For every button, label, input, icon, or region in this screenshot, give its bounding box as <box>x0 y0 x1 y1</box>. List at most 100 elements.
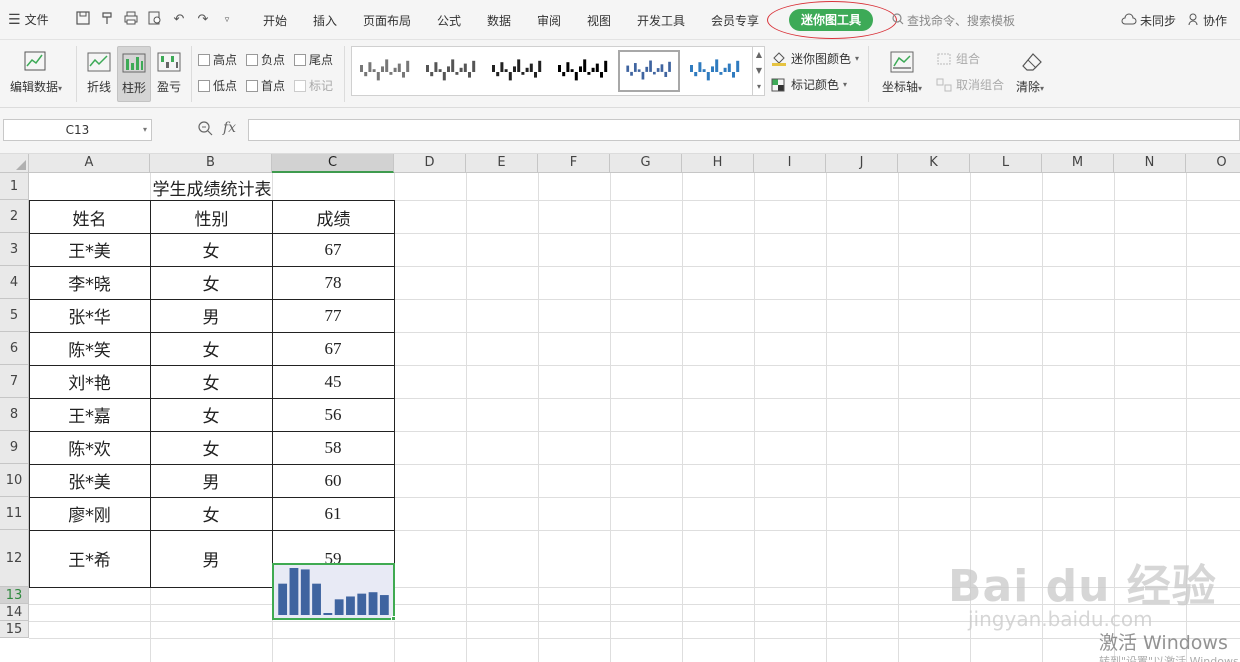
first-point-checkbox[interactable]: 首点 <box>246 77 285 94</box>
row-header-3[interactable]: 3 <box>0 233 29 266</box>
file-menu[interactable]: ☰ 文件 <box>8 11 57 28</box>
row-header-9[interactable]: 9 <box>0 431 29 464</box>
cell-gender[interactable]: 女 <box>150 431 272 464</box>
row-header-5[interactable]: 5 <box>0 299 29 332</box>
style-swatch-gray[interactable] <box>354 50 416 92</box>
cell-name[interactable]: 张*美 <box>29 464 150 497</box>
tab-data[interactable]: 数据 <box>487 12 511 29</box>
column-header-e[interactable]: E <box>466 154 538 173</box>
header-score[interactable]: 成绩 <box>273 201 394 233</box>
row-header-13[interactable]: 13 <box>0 587 29 604</box>
checkbox-box[interactable] <box>198 53 210 66</box>
insert-function-icon[interactable]: fx <box>223 120 236 140</box>
fill-handle[interactable] <box>391 616 396 621</box>
tab-view[interactable]: 视图 <box>587 12 611 29</box>
cell-name[interactable]: 陈*欢 <box>29 431 150 464</box>
column-header-a[interactable]: A <box>29 154 150 173</box>
column-type-button[interactable]: 柱形 <box>117 46 151 102</box>
column-header-l[interactable]: L <box>970 154 1042 173</box>
column-header-n[interactable]: N <box>1114 154 1186 173</box>
checkbox-box[interactable] <box>246 79 258 92</box>
high-point-checkbox[interactable]: 高点 <box>198 51 237 68</box>
column-header-g[interactable]: G <box>610 154 682 173</box>
file-menu-label[interactable]: 文件 <box>25 11 49 28</box>
chevron-down-icon[interactable]: ▾ <box>143 120 147 140</box>
cell-gender[interactable]: 男 <box>150 530 272 587</box>
cell-name[interactable]: 王*嘉 <box>29 398 150 431</box>
gallery-up-icon[interactable]: ▲ <box>752 47 765 63</box>
cell-gender[interactable]: 男 <box>150 464 272 497</box>
cell-name[interactable]: 陈*笑 <box>29 332 150 365</box>
tab-home[interactable]: 开始 <box>263 12 287 29</box>
cell-score[interactable]: 58 <box>272 431 394 464</box>
cell-score[interactable]: 67 <box>272 332 394 365</box>
tab-page-layout[interactable]: 页面布局 <box>363 12 411 29</box>
column-header-h[interactable]: H <box>682 154 754 173</box>
style-swatch-lightblue[interactable] <box>684 50 746 92</box>
cell-gender[interactable]: 男 <box>150 299 272 332</box>
cell-name[interactable]: 张*华 <box>29 299 150 332</box>
line-type-button[interactable]: 折线 <box>84 50 114 95</box>
tab-developer[interactable]: 开发工具 <box>637 12 685 29</box>
row-header-7[interactable]: 7 <box>0 365 29 398</box>
cell-gender[interactable]: 女 <box>150 266 272 299</box>
row-header-4[interactable]: 4 <box>0 266 29 299</box>
style-swatch-blue-selected[interactable] <box>618 50 680 92</box>
cell-gender[interactable]: 女 <box>150 398 272 431</box>
checkbox-box[interactable] <box>246 53 258 66</box>
column-header-d[interactable]: D <box>394 154 466 173</box>
customize-dropdown-icon[interactable]: ▿ <box>218 11 236 29</box>
formula-input[interactable] <box>248 119 1240 141</box>
zoom-formula-icon[interactable] <box>197 120 213 140</box>
checkbox-box[interactable] <box>294 53 306 66</box>
select-all-corner[interactable] <box>0 154 29 173</box>
header-name[interactable]: 姓名 <box>29 201 150 233</box>
axis-button[interactable]: 坐标轴▾ <box>877 50 927 95</box>
undo-icon[interactable]: ↶ <box>170 11 188 29</box>
save-icon[interactable] <box>74 11 92 29</box>
column-header-m[interactable]: M <box>1042 154 1114 173</box>
column-header-j[interactable]: J <box>826 154 898 173</box>
row-header-1[interactable]: 1 <box>0 173 29 200</box>
style-swatch-black[interactable] <box>486 50 548 92</box>
tab-insert[interactable]: 插入 <box>313 12 337 29</box>
row-header-8[interactable]: 8 <box>0 398 29 431</box>
cell-name[interactable]: 刘*艳 <box>29 365 150 398</box>
style-swatch-darkgray[interactable] <box>420 50 482 92</box>
cell-name[interactable]: 廖*刚 <box>29 497 150 530</box>
row-header-15[interactable]: 15 <box>0 621 29 638</box>
format-painter-icon[interactable] <box>98 11 116 29</box>
column-header-i[interactable]: I <box>754 154 826 173</box>
header-gender[interactable]: 性别 <box>151 201 272 233</box>
tab-sparkline-tools[interactable]: 迷你图工具 <box>789 9 873 31</box>
cell-score[interactable]: 67 <box>272 233 394 266</box>
negative-point-checkbox[interactable]: 负点 <box>246 51 285 68</box>
column-header-k[interactable]: K <box>898 154 970 173</box>
sheet-title[interactable]: 学生成绩统计表 <box>29 174 395 200</box>
name-box[interactable]: C13 ▾ <box>3 119 152 141</box>
column-header-o[interactable]: O <box>1186 154 1240 173</box>
print-icon[interactable] <box>122 11 140 29</box>
sparkline-cell-c13[interactable] <box>272 563 395 620</box>
cell-score[interactable]: 56 <box>272 398 394 431</box>
winloss-type-button[interactable]: 盈亏 <box>154 50 184 95</box>
sparkline-color-button[interactable]: 迷你图颜色 ▾ <box>771 50 859 67</box>
print-preview-icon[interactable] <box>146 11 164 29</box>
tab-review[interactable]: 审阅 <box>537 12 561 29</box>
cell-score[interactable]: 60 <box>272 464 394 497</box>
edit-data-button[interactable]: 编辑数据▾ <box>6 50 66 95</box>
tab-member[interactable]: 会员专享 <box>711 12 759 29</box>
tab-formulas[interactable]: 公式 <box>437 12 461 29</box>
row-header-10[interactable]: 10 <box>0 464 29 497</box>
cell-gender[interactable]: 女 <box>150 365 272 398</box>
row-header-2[interactable]: 2 <box>0 200 29 233</box>
cell-score[interactable]: 77 <box>272 299 394 332</box>
cell-score[interactable]: 61 <box>272 497 394 530</box>
hamburger-icon[interactable]: ☰ <box>8 12 21 28</box>
last-point-checkbox[interactable]: 尾点 <box>294 51 333 68</box>
row-header-14[interactable]: 14 <box>0 604 29 621</box>
low-point-checkbox[interactable]: 低点 <box>198 77 237 94</box>
clear-button[interactable]: 清除▾ <box>1010 50 1050 95</box>
row-header-6[interactable]: 6 <box>0 332 29 365</box>
cell-gender[interactable]: 女 <box>150 332 272 365</box>
